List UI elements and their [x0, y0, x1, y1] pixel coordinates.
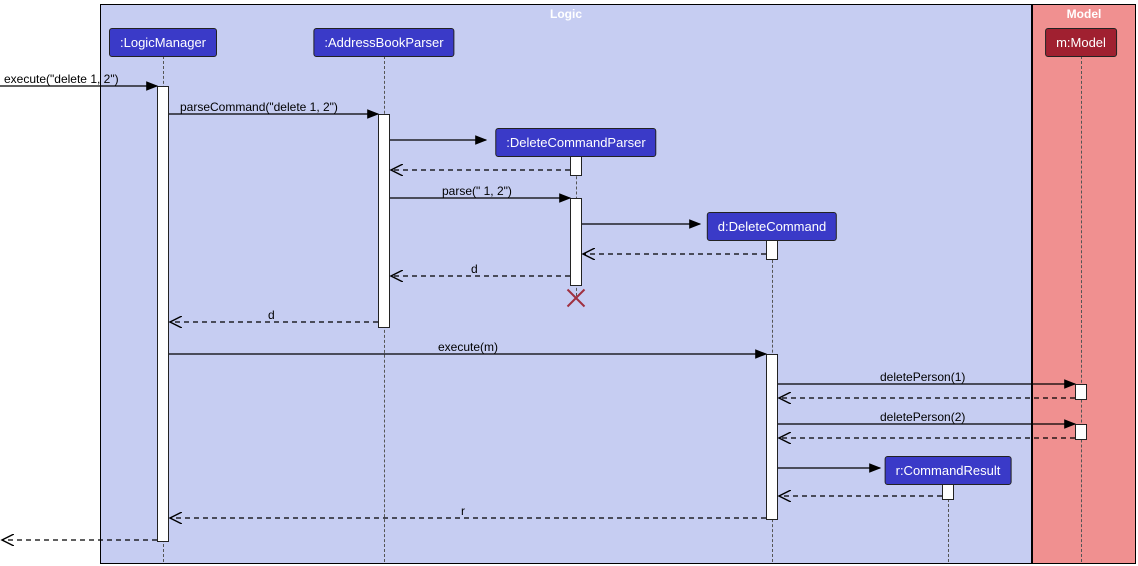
- msg-execute-m: execute(m): [438, 340, 498, 354]
- deletecommand-activation-execute: [766, 354, 778, 520]
- deletecommandparser-head: :DeleteCommandParser: [495, 128, 656, 157]
- msg-parsecommand: parseCommand("delete 1, 2"): [180, 100, 338, 114]
- model-activation-2: [1075, 424, 1087, 440]
- model-head: m:Model: [1045, 28, 1117, 57]
- addressbookparser-head: :AddressBookParser: [313, 28, 454, 57]
- msg-deleteperson2: deletePerson(2): [880, 410, 965, 424]
- model-frame: Model: [1032, 4, 1136, 564]
- msg-d1: d: [471, 262, 478, 276]
- deletecommand-head: d:DeleteCommand: [707, 212, 837, 241]
- commandresult-head: r:CommandResult: [885, 456, 1012, 485]
- deletecommand-activation-create: [766, 240, 778, 260]
- model-activation-1: [1075, 384, 1087, 400]
- addressbookparser-activation: [378, 114, 390, 328]
- logicmanager-head: :LogicManager: [109, 28, 217, 57]
- logicmanager-activation: [157, 86, 169, 542]
- msg-execute-in: execute("delete 1, 2"): [4, 72, 119, 86]
- model-lifeline: [1081, 56, 1082, 562]
- msg-deleteperson1: deletePerson(1): [880, 370, 965, 384]
- destroy-icon: [566, 288, 586, 308]
- msg-r: r: [461, 504, 465, 518]
- deletecommandparser-activation-create: [570, 156, 582, 176]
- logic-frame-title: Logic: [550, 7, 582, 21]
- msg-parse: parse(" 1, 2"): [442, 184, 512, 198]
- model-frame-title: Model: [1067, 7, 1102, 21]
- commandresult-activation: [942, 484, 954, 500]
- deletecommandparser-activation-parse: [570, 198, 582, 286]
- msg-d2: d: [268, 308, 275, 322]
